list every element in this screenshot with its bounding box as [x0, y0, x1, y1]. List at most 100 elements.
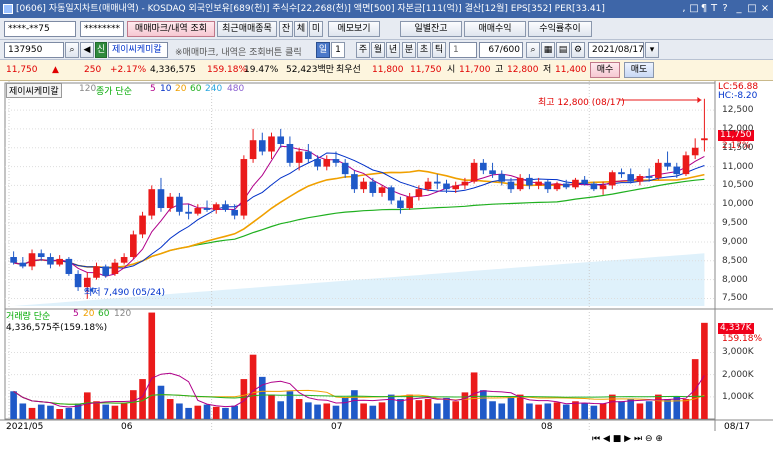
candle-body [618, 172, 625, 175]
vol-ma20-label: 20 [83, 309, 95, 319]
candle-body [176, 196, 183, 212]
chart-svg[interactable] [0, 81, 773, 452]
period-day-button[interactable]: 일 [316, 42, 330, 58]
candle-body [65, 258, 73, 274]
candle-body [111, 262, 119, 274]
volume-bar [157, 385, 165, 419]
volume-bar [166, 399, 174, 419]
next-page-icon[interactable]: ▶ [624, 434, 631, 444]
stop-icon[interactable]: ■ [613, 434, 622, 444]
data-count-input[interactable]: 67/600 [479, 42, 523, 58]
volume-bar [28, 407, 36, 419]
password-input[interactable]: ******** [80, 21, 124, 37]
candle-body [314, 159, 321, 167]
pin-button[interactable]: ¶ [699, 2, 709, 16]
volume-bar [397, 399, 404, 419]
period-year-button[interactable]: 년 [386, 42, 400, 58]
restore-small-button[interactable]: □ [689, 2, 699, 16]
recent-trades-button[interactable]: 최근매매종목 [217, 21, 277, 37]
volume-bar [452, 401, 460, 419]
period-tick-button[interactable]: 틱 [432, 42, 446, 58]
help-button[interactable]: ? [719, 2, 731, 16]
volume-bar [268, 394, 275, 419]
return-trend-button[interactable]: 수익률추이 [528, 21, 592, 37]
volume-bar [120, 403, 128, 419]
zoom-out-icon[interactable]: ⊖ [645, 434, 653, 444]
close-button[interactable]: × [759, 2, 771, 16]
filled-button[interactable]: 체 [294, 21, 308, 37]
buy-button[interactable]: 매수 [590, 62, 620, 78]
candle-body [645, 176, 653, 178]
sell-button[interactable]: 매도 [624, 62, 654, 78]
minimize-button[interactable]: _ [733, 2, 745, 16]
volume-bar [351, 390, 358, 419]
price-tick: 7,500 [722, 293, 748, 304]
x-label-jul: 07 [331, 422, 343, 432]
candle-body [590, 183, 598, 190]
save-icon[interactable]: ▤ [556, 42, 570, 58]
candle-body [507, 181, 515, 190]
unfilled-button[interactable]: 미 [309, 21, 323, 37]
chart-area[interactable]: 제이씨케미칼 120 종가 단순 5 10 20 60 240 480 LC:5… [0, 81, 773, 452]
x-label-aug: 08 [541, 422, 553, 432]
volume-bar [562, 404, 570, 419]
prev-page-icon[interactable]: ◀ [603, 434, 610, 444]
volume-bar [406, 394, 413, 419]
period-month-button[interactable]: 월 [371, 42, 385, 58]
volume-bar [701, 322, 708, 419]
period-second-button[interactable]: 초 [417, 42, 431, 58]
priority-label: 최우선 [336, 65, 361, 75]
candle-body [608, 172, 616, 186]
first-icon[interactable]: ⏮ [592, 434, 600, 444]
volume-bar [341, 397, 349, 419]
gear-icon[interactable]: ⚙ [571, 42, 585, 58]
volume-bar [627, 399, 635, 419]
candle-body [480, 162, 487, 171]
volume-bar [332, 405, 340, 419]
prev-icon[interactable]: ◀ [80, 42, 94, 58]
search-icon[interactable]: ⌕ [65, 42, 79, 58]
candle-body [562, 183, 570, 188]
volume-bar [148, 312, 156, 419]
candle-body [452, 185, 460, 190]
volume-bar [222, 407, 229, 419]
comma-button[interactable]: , [679, 2, 689, 16]
query-icon[interactable]: ⌕ [526, 42, 540, 58]
account-input[interactable]: ****-**75 [4, 21, 76, 37]
candle-body [553, 183, 561, 190]
trade-mark-query-button[interactable]: 매매마크/내역 조회 [127, 21, 215, 37]
volume-bar [498, 403, 506, 419]
period-week-button[interactable]: 주 [356, 42, 370, 58]
volume-bar [664, 399, 671, 419]
grid-icon[interactable]: ▦ [541, 42, 555, 58]
zoom-in-icon[interactable]: ⊕ [655, 434, 663, 444]
text-button[interactable]: T [709, 2, 719, 16]
change-percent: +2.17% [110, 65, 147, 75]
volume-bar [507, 396, 515, 419]
balance-button[interactable]: 잔 [279, 21, 293, 37]
candle-body [387, 187, 395, 201]
date-input[interactable]: 2021/08/17 [588, 42, 644, 58]
candle-body [691, 147, 699, 156]
volume-bar [544, 403, 552, 419]
last-icon[interactable]: ⏭ [634, 434, 642, 444]
trade-profit-button[interactable]: 매매수익 [464, 21, 526, 37]
maximize-button[interactable]: □ [746, 2, 758, 16]
stock-code-input[interactable]: 137950 [4, 42, 64, 58]
period-count-input[interactable]: 1 [331, 42, 345, 58]
memo-view-button[interactable]: 메모보기 [328, 21, 380, 37]
ma10-label: 10 [160, 84, 172, 94]
up-arrow-icon: ▲ [52, 65, 59, 75]
volume-bar [231, 405, 238, 419]
candle-body [268, 136, 275, 152]
candle-body [130, 234, 137, 258]
ask-price: 11,800 [372, 65, 404, 75]
period-minute-button[interactable]: 분 [402, 42, 416, 58]
open-label: 시 [447, 65, 456, 75]
calendar-icon[interactable]: ▾ [645, 42, 659, 58]
volume-tick: 2,000K [722, 369, 754, 380]
candle-body [166, 196, 174, 209]
daily-balance-button[interactable]: 일별잔고 [400, 21, 462, 37]
volume-bar [489, 401, 496, 419]
tick-select[interactable]: 1 [449, 42, 477, 58]
